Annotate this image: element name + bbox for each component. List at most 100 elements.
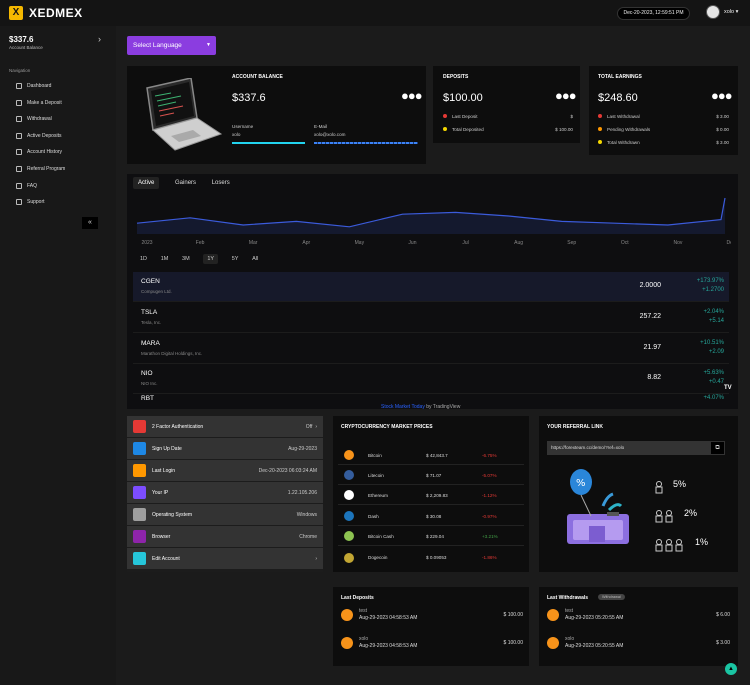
info-label: Browser — [152, 533, 171, 540]
sidebar-item-referral[interactable]: Referral Program — [16, 164, 111, 174]
deposits-title: DEPOSITS — [443, 74, 469, 80]
crypto-price: $ 42,843.7 — [426, 452, 448, 458]
tradingview-logo-icon[interactable]: TV — [724, 385, 732, 391]
earnings-row-last: Last Withdrawal $ 3.00 — [598, 114, 729, 119]
market-chart: 2023 Feb Mar Apr May Jun Jul Aug Sep Oct Nov Dec — [136, 197, 731, 246]
tier-2-percent: 2% — [684, 508, 698, 518]
person-icon — [655, 539, 663, 552]
sidebar-item-active-deposits[interactable]: Active Deposits — [16, 131, 111, 141]
info-label: Edit Account — [152, 555, 180, 562]
range-3m[interactable]: 3M — [182, 256, 190, 262]
tab-losers[interactable]: Losers — [212, 180, 230, 186]
edit-account-button[interactable]: Edit Account › — [127, 548, 323, 570]
brand-name[interactable]: XEDMEX — [29, 6, 83, 20]
deposit-item: test Aug-29-2023 04:58:53 AM $ 100.00 — [341, 608, 523, 622]
x-tick-label: Jun — [408, 240, 416, 246]
crypto-price: $ 229.04 — [426, 533, 444, 539]
stock-price: 2.0000 — [639, 282, 661, 289]
range-1d[interactable]: 1D — [140, 256, 147, 262]
account-balance-title: ACCOUNT BALANCE — [232, 74, 283, 80]
wifi-icon — [133, 486, 146, 499]
sidebar-item-support[interactable]: Support — [16, 197, 111, 207]
logo-icon[interactable]: X — [9, 6, 23, 20]
withdrawal-user: test — [565, 608, 574, 614]
stock-row[interactable]: MARA Marathon Digital Holdings, Inc. 21.… — [133, 334, 729, 364]
stock-symbol: MARA — [141, 340, 160, 347]
more-icon[interactable]: ●●● — [401, 88, 423, 103]
earnings-row-withdrawn: Total Withdrawn $ 3.00 — [598, 140, 729, 145]
earnings-title: TOTAL EARNINGS — [598, 74, 642, 80]
tab-active[interactable]: Active — [133, 177, 160, 189]
crypto-row: Litecoin $ 71.07 -5.07% — [338, 466, 524, 485]
crypto-price: $ 0.09053 — [426, 555, 447, 560]
sidebar-item-faq[interactable]: FAQ — [16, 181, 111, 191]
referral-link-input[interactable]: https://forexteam.cc/demo/?ref=xolo — [547, 441, 710, 455]
crypto-row: Dogecoin $ 0.09053 -1.86% — [338, 548, 524, 567]
chevron-right-icon[interactable]: › — [98, 34, 101, 44]
x-tick-label: Dec — [727, 240, 731, 246]
withdrawal-user: xolo — [565, 636, 575, 642]
range-selector: 1D 1M 3M 1Y 5Y All — [140, 254, 270, 264]
crypto-change: -5.07% — [482, 472, 497, 478]
row-label: Last Withdrawal — [607, 114, 640, 119]
withdrawal-amount: $ 3.00 — [716, 640, 730, 646]
x-tick-label: 2023 — [141, 240, 152, 246]
email-underline — [314, 142, 418, 144]
sidebar-balance-label: Account Balance — [9, 45, 43, 50]
crypto-name: Bitcoin Cash — [368, 533, 394, 539]
last-deposits-title: Last Deposits — [341, 595, 374, 601]
scroll-top-button[interactable]: ▲ — [725, 663, 737, 675]
stock-price: 8.82 — [647, 374, 661, 381]
info-row-2fa[interactable]: 2 Factor Authentication Off › — [127, 416, 323, 438]
crypto-name: Dogecoin — [368, 555, 388, 560]
active-deposits-icon — [16, 133, 22, 139]
collapse-sidebar-button[interactable]: « — [82, 217, 98, 229]
language-select[interactable]: Select Language ▼ — [127, 36, 216, 55]
support-icon — [16, 199, 22, 205]
email-label: E-Mail — [314, 124, 328, 129]
market-tabs: Active Gainers Losers — [133, 177, 244, 189]
stock-row[interactable]: NIO NIO Inc. 8.82 +5.63% +0.47 — [133, 364, 729, 394]
deposit-icon — [16, 100, 22, 106]
sidebar-item-withdrawal[interactable]: Withdrawal — [16, 114, 111, 124]
range-5y[interactable]: 5Y — [232, 256, 239, 262]
sidebar-item-history[interactable]: Account History — [16, 147, 111, 157]
tab-gainers[interactable]: Gainers — [175, 180, 196, 186]
referral-icon — [16, 166, 22, 172]
user-menu[interactable]: xolo ▾ — [724, 9, 738, 15]
range-all[interactable]: All — [252, 256, 258, 262]
more-icon[interactable]: ●●● — [711, 88, 733, 103]
referral-title: YOUR REFERRAL LINK — [547, 424, 604, 430]
crypto-row: Bitcoin Cash $ 229.04 +3.21% — [338, 527, 524, 546]
history-icon — [16, 149, 22, 155]
stock-row[interactable]: CGEN Compugen Ltd. 2.0000 +173.97% +1.270… — [133, 272, 729, 302]
row-value: $ 3.00 — [716, 140, 729, 145]
range-1y[interactable]: 1Y — [203, 254, 219, 264]
more-icon[interactable]: ●●● — [555, 88, 577, 103]
stock-change-pct: +10.51% — [700, 340, 724, 346]
crypto-change: -0.97% — [482, 513, 497, 519]
earnings-row-pending: Pending Withdrawals $ 0.00 — [598, 127, 729, 132]
bitcoin-icon — [341, 637, 353, 649]
avatar[interactable] — [706, 5, 720, 19]
username-value: xolo — [232, 132, 241, 137]
crypto-row: Ethereum $ 2,209.83 -1.12% — [338, 486, 524, 505]
sidebar-item-dashboard[interactable]: Dashboard — [16, 81, 111, 91]
stock-row-partial[interactable]: RBT +4.07% — [133, 393, 729, 402]
bitcoin-icon — [341, 609, 353, 621]
x-tick-label: Apr — [302, 240, 310, 246]
info-value: Off — [305, 423, 313, 430]
ethereum-icon — [344, 490, 354, 500]
x-tick-label: Sep — [567, 240, 576, 246]
referral-illustration: % — [567, 469, 629, 544]
last-withdrawals-title: Last Withdrawals — [547, 595, 589, 601]
sidebar-item-deposit[interactable]: Make a Deposit — [16, 98, 111, 108]
range-1m[interactable]: 1M — [161, 256, 169, 262]
crypto-price: $ 71.07 — [426, 472, 442, 478]
copy-icon[interactable]: ⧉ — [710, 441, 725, 455]
status-dot — [443, 114, 447, 118]
clock-icon — [133, 464, 146, 477]
stock-market-link[interactable]: Stock Market Today — [381, 404, 425, 410]
tier-3-percent: 1% — [695, 537, 709, 547]
stock-row[interactable]: TSLA Tesla, Inc. 257.22 +2.04% +5.14 — [133, 303, 729, 333]
